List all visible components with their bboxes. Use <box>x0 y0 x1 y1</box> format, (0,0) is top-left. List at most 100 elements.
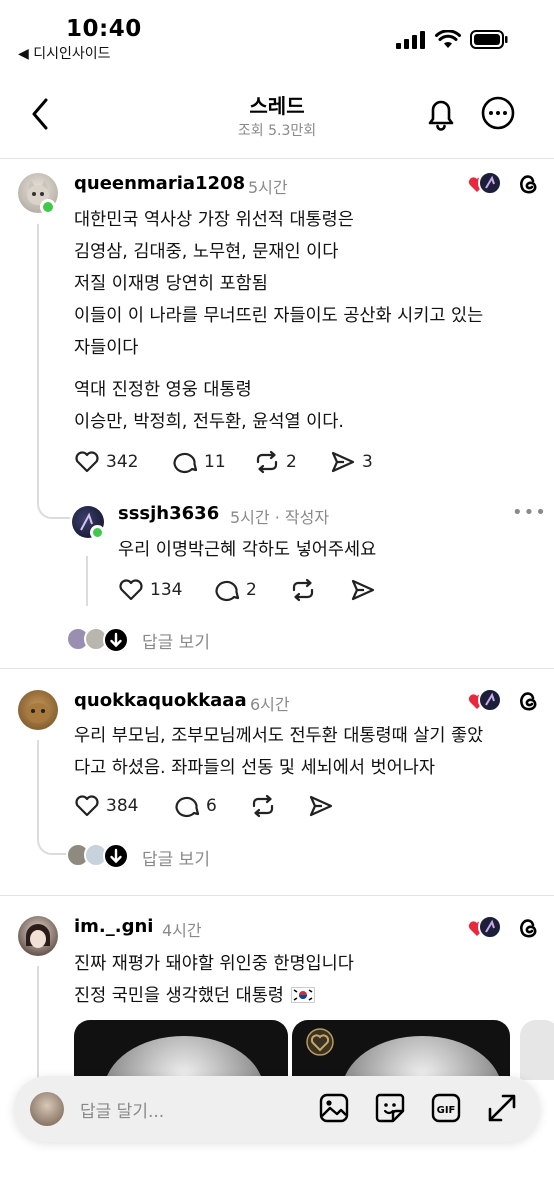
liked-by-author-icon <box>468 171 502 195</box>
svg-text:GIF: GIF <box>437 1105 456 1116</box>
person-avatar-icon <box>26 924 50 948</box>
share-button[interactable] <box>350 578 376 602</box>
post-text-line: 진짜 재평가 돼야할 위인중 한명입니다 <box>74 954 354 974</box>
view-count: 조회 5.3만회 <box>237 123 317 139</box>
post-divider <box>0 668 554 669</box>
repost-count: 2 <box>286 452 297 472</box>
liked-by-author-icon <box>468 688 502 712</box>
expand-icon[interactable] <box>486 1092 518 1124</box>
share-button[interactable]: 3 <box>330 450 373 474</box>
send-icon <box>351 579 375 601</box>
comment-icon <box>215 580 240 602</box>
reply-avatars[interactable] <box>66 627 129 653</box>
like-button[interactable]: 342 <box>74 450 138 474</box>
timestamp: 5시간 <box>248 178 288 197</box>
thread-connector-line <box>37 740 39 840</box>
bell-icon[interactable] <box>424 95 458 131</box>
repost-button[interactable] <box>250 794 276 818</box>
portrait-photo <box>104 1036 264 1080</box>
comment-button[interactable]: 2 <box>214 578 257 602</box>
header-divider <box>0 158 554 159</box>
reply-composer[interactable]: 답글 달기... GIF <box>14 1076 540 1142</box>
threads-logo-icon[interactable] <box>514 170 542 198</box>
repost-button[interactable]: 2 <box>254 450 297 474</box>
comment-button[interactable]: 11 <box>172 450 226 474</box>
share-button[interactable] <box>308 794 334 818</box>
heart-icon <box>119 579 143 601</box>
post-text-line: 역대 진정한 영웅 대통령 <box>74 380 252 400</box>
username[interactable]: im._.gni <box>74 916 153 937</box>
gif-icon[interactable]: GIF <box>430 1092 462 1124</box>
post-text-line: 대한민국 역사상 가장 위선적 대통령은 <box>74 210 354 230</box>
post-divider <box>0 895 554 896</box>
timestamp: 6시간 <box>250 695 290 714</box>
like-button[interactable]: 134 <box>118 578 182 602</box>
battery-icon <box>470 30 508 49</box>
more-options-icon[interactable] <box>480 95 516 131</box>
view-replies-link[interactable]: 답글 보기 <box>142 845 210 870</box>
post-text-line: 이들이 이 나라를 무너뜨린 자들이도 공산화 시키고 있는 <box>74 306 484 326</box>
post-badges <box>468 687 542 715</box>
reply-avatars[interactable] <box>66 843 129 869</box>
portrait-photo <box>342 1036 502 1080</box>
heart-icon <box>75 795 99 817</box>
like-count: 342 <box>106 452 139 472</box>
comment-count: 6 <box>206 796 217 816</box>
post-image[interactable] <box>74 1020 288 1080</box>
thread-header: 스레드 조회 5.3만회 <box>0 80 554 158</box>
like-count: 134 <box>150 580 183 600</box>
threads-logo-icon[interactable] <box>514 687 542 715</box>
image-attach-icon[interactable] <box>318 1092 350 1124</box>
share-count: 3 <box>362 452 373 472</box>
online-indicator <box>40 199 56 215</box>
more-options-icon[interactable]: ••• <box>512 502 547 523</box>
post-text-line: 이승만, 박정희, 전두환, 윤석열 이다. <box>74 412 344 432</box>
comment-count: 11 <box>204 452 226 472</box>
status-bar: 10:40 ◀ 디시인사이드 <box>0 0 554 70</box>
thread-connector-line <box>37 966 39 1086</box>
threads-logo-icon[interactable] <box>514 914 542 942</box>
back-to-app-link[interactable]: ◀ 디시인사이드 <box>18 43 111 63</box>
heart-icon <box>75 451 99 473</box>
comment-icon <box>173 452 198 474</box>
view-replies-link[interactable]: 답글 보기 <box>142 628 210 653</box>
expand-down-icon <box>103 627 129 653</box>
post-badges <box>468 170 542 198</box>
thread-connector-line <box>37 224 39 504</box>
thread-connector-line <box>86 556 88 606</box>
quokka-avatar-icon <box>26 703 50 723</box>
comment-button[interactable]: 6 <box>174 794 217 818</box>
post-text-line: 자들이다 <box>74 338 139 358</box>
sticker-icon[interactable] <box>374 1092 406 1124</box>
avatar[interactable] <box>18 916 58 956</box>
wifi-icon <box>435 30 461 48</box>
avatar[interactable] <box>18 690 58 730</box>
post-image-partial[interactable] <box>520 1020 554 1080</box>
composer-actions: GIF <box>318 1092 518 1124</box>
post-image[interactable] <box>292 1020 510 1080</box>
post-badges <box>468 914 542 942</box>
liked-by-author-icon <box>468 915 502 939</box>
post-text-line: 우리 이명박근혜 각하도 넣어주세요 <box>118 540 377 560</box>
username[interactable]: sssjh3636 <box>118 503 219 524</box>
page-title: 스레드 <box>249 94 305 118</box>
post-text-line: 우리 부모님, 조부모님께서도 전두환 대통령때 살기 좋았 <box>74 726 484 746</box>
my-avatar <box>30 1092 64 1126</box>
username[interactable]: queenmaria1208 <box>74 173 245 194</box>
like-count: 384 <box>106 796 139 816</box>
comment-icon <box>175 796 200 818</box>
send-icon <box>309 795 333 817</box>
post-text: 진정 국민을 생각했던 대통령 <box>74 986 284 1006</box>
like-button[interactable]: 384 <box>74 794 138 818</box>
comment-count: 2 <box>246 580 257 600</box>
reply-input[interactable]: 답글 달기... <box>80 1097 164 1122</box>
repost-icon <box>252 794 274 818</box>
status-time: 10:40 <box>66 16 142 42</box>
timestamp: 4시간 <box>162 921 202 940</box>
timestamp-author-tag: 5시간 · 작성자 <box>230 508 330 527</box>
repost-button[interactable] <box>290 578 316 602</box>
post-text-line: 다고 하셨음. 좌파들의 선동 및 세뇌에서 벗어나자 <box>74 758 435 778</box>
post-text-line: 진정 국민을 생각했던 대통령 <box>74 982 316 1007</box>
post-text-line: 저질 이재명 당연히 포함됨 <box>74 274 268 294</box>
username[interactable]: quokkaquokkaaa <box>74 690 247 711</box>
